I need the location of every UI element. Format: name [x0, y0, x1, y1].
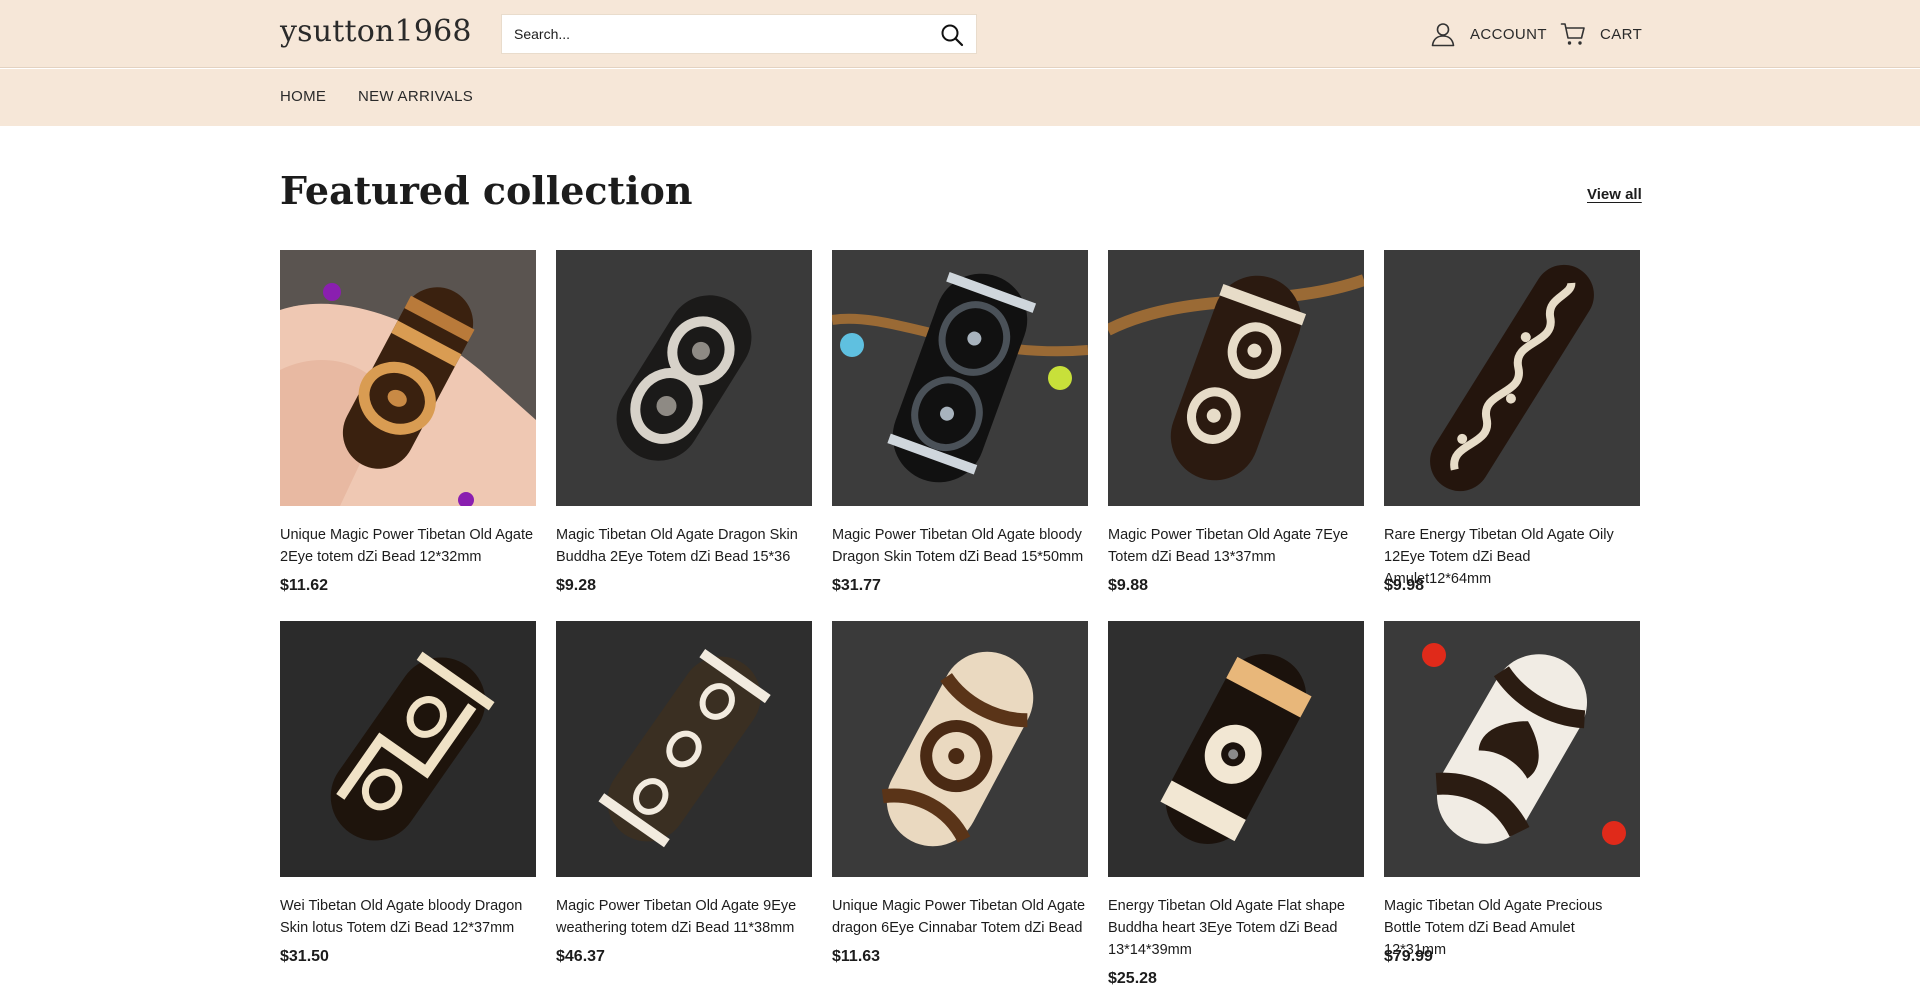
product-title[interactable]: Magic Power Tibetan Old Agate 7Eye Totem… — [1108, 524, 1364, 568]
product-title[interactable]: Magic Tibetan Old Agate Dragon Skin Budd… — [556, 524, 812, 568]
product-price: $31.50 — [280, 948, 329, 965]
product-card[interactable]: Unique Magic Power Tibetan Old Agate 2Ey… — [280, 250, 536, 621]
product-image[interactable] — [1108, 250, 1364, 506]
dzi-bead-image — [556, 621, 812, 877]
dzi-bead-image — [832, 250, 1088, 506]
product-image[interactable] — [556, 621, 812, 877]
user-icon — [1431, 23, 1455, 47]
product-grid: Unique Magic Power Tibetan Old Agate 2Ey… — [280, 250, 1640, 992]
top-header: ysutton1968 ACCOUNT CART — [0, 0, 1920, 68]
cart-label: CART — [1600, 25, 1643, 43]
dzi-bead-image — [1108, 621, 1364, 877]
dzi-bead-image — [1108, 250, 1364, 506]
cart-link[interactable]: CART — [1560, 20, 1642, 48]
product-image[interactable] — [1108, 621, 1364, 877]
account-label: ACCOUNT — [1470, 25, 1547, 43]
main-nav: HOME NEW ARRIVALS — [0, 69, 1920, 126]
product-card[interactable]: Magic Power Tibetan Old Agate bloody Dra… — [832, 250, 1088, 621]
product-card[interactable]: Rare Energy Tibetan Old Agate Oily 12Eye… — [1384, 250, 1640, 621]
product-price: $9.98 — [1384, 577, 1425, 594]
product-image[interactable] — [556, 250, 812, 506]
cart-icon — [1560, 23, 1585, 45]
product-title[interactable]: Magic Power Tibetan Old Agate bloody Dra… — [832, 524, 1088, 568]
dzi-bead-image — [280, 250, 536, 506]
product-image[interactable] — [280, 621, 536, 877]
product-image[interactable] — [832, 250, 1088, 506]
product-card[interactable]: Unique Magic Power Tibetan Old Agate dra… — [832, 621, 1088, 992]
product-title[interactable]: Energy Tibetan Old Agate Flat shape Budd… — [1108, 895, 1364, 961]
view-all-link[interactable]: View all — [1587, 186, 1642, 203]
dzi-bead-image — [1384, 621, 1640, 877]
nav-item-home[interactable]: HOME — [280, 88, 326, 105]
product-image[interactable] — [1384, 621, 1640, 877]
product-card[interactable]: Energy Tibetan Old Agate Flat shape Budd… — [1108, 621, 1364, 992]
section-title: Featured collection — [280, 168, 693, 213]
dzi-bead-image — [556, 250, 812, 506]
product-price: $11.63 — [832, 948, 881, 965]
nav-item-new-arrivals[interactable]: NEW ARRIVALS — [358, 88, 473, 105]
store-logo[interactable]: ysutton1968 — [280, 14, 472, 49]
product-card[interactable]: Magic Tibetan Old Agate Dragon Skin Budd… — [556, 250, 812, 621]
product-title[interactable]: Wei Tibetan Old Agate bloody Dragon Skin… — [280, 895, 536, 939]
dzi-bead-image — [280, 621, 536, 877]
product-price: $46.37 — [556, 948, 605, 965]
account-link[interactable]: ACCOUNT — [1430, 20, 1547, 48]
product-price: $9.88 — [1108, 577, 1149, 594]
search-icon[interactable] — [940, 23, 964, 47]
product-price: $11.62 — [280, 577, 329, 594]
product-price: $79.99 — [1384, 948, 1433, 965]
product-title[interactable]: Unique Magic Power Tibetan Old Agate 2Ey… — [280, 524, 536, 568]
product-price: $25.28 — [1108, 970, 1157, 987]
search-input[interactable] — [514, 15, 934, 53]
product-image[interactable] — [832, 621, 1088, 877]
product-card[interactable]: Magic Tibetan Old Agate Precious Bottle … — [1384, 621, 1640, 992]
product-price: $9.28 — [556, 577, 597, 594]
search-bar — [501, 14, 977, 54]
dzi-bead-image — [1384, 250, 1640, 506]
product-card[interactable]: Wei Tibetan Old Agate bloody Dragon Skin… — [280, 621, 536, 992]
product-title[interactable]: Unique Magic Power Tibetan Old Agate dra… — [832, 895, 1088, 939]
product-card[interactable]: Magic Power Tibetan Old Agate 7Eye Totem… — [1108, 250, 1364, 621]
product-price: $31.77 — [832, 577, 881, 594]
product-image[interactable] — [280, 250, 536, 506]
product-title[interactable]: Magic Power Tibetan Old Agate 9Eye weath… — [556, 895, 812, 939]
product-image[interactable] — [1384, 250, 1640, 506]
product-card[interactable]: Magic Power Tibetan Old Agate 9Eye weath… — [556, 621, 812, 992]
dzi-bead-image — [832, 621, 1088, 877]
